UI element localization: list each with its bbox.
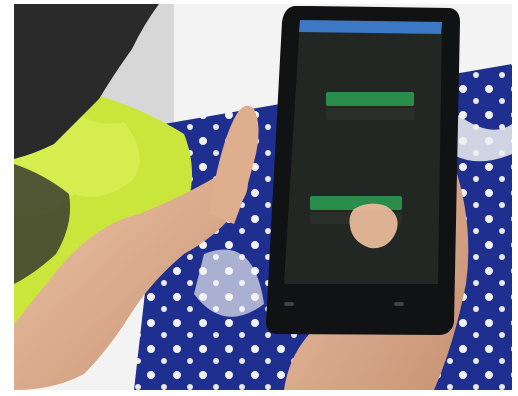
smartphone — [266, 6, 460, 335]
scene-svg — [14, 4, 512, 390]
photo-frame — [0, 0, 518, 396]
photo-scene — [14, 4, 512, 390]
question-1-other-option[interactable] — [326, 108, 414, 120]
nav-indicator — [394, 302, 404, 306]
question-1-selected-option[interactable] — [326, 92, 414, 106]
app-top-bar — [299, 20, 442, 34]
nav-indicator — [284, 302, 294, 306]
